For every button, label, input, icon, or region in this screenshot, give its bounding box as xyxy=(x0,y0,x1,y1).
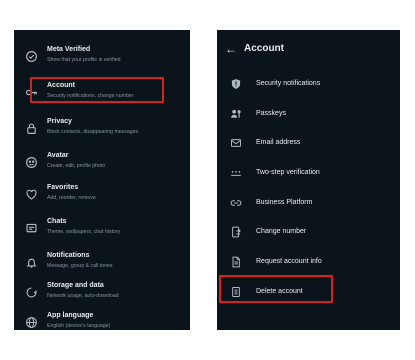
settings-panel: Meta Verified Show that your profile is … xyxy=(14,30,190,330)
settings-item-privacy[interactable]: Privacy Block contacts, disappearing mes… xyxy=(14,112,190,148)
chat-icon xyxy=(23,220,39,236)
storage-icon xyxy=(23,284,39,300)
heart-icon xyxy=(23,186,39,202)
account-item-security-notifications[interactable]: Security notifications xyxy=(217,70,400,98)
settings-item-favorites[interactable]: Favorites Add, reorder, remove xyxy=(14,178,190,214)
mail-icon xyxy=(229,136,243,150)
settings-item-title: Meta Verified xyxy=(47,46,91,53)
settings-item-title: Notifications xyxy=(47,252,90,259)
account-item-business-platform[interactable]: Business Platform xyxy=(217,189,400,217)
settings-item-subtitle: Add, reorder, remove xyxy=(47,195,96,201)
pin-dots-icon xyxy=(229,166,243,180)
globe-icon xyxy=(23,314,39,330)
document-icon xyxy=(229,255,243,269)
back-arrow-icon[interactable]: ← xyxy=(225,42,237,56)
passkey-icon xyxy=(229,107,243,121)
settings-item-title: Privacy xyxy=(47,118,72,125)
shield-icon xyxy=(229,77,243,91)
settings-item-app-language[interactable]: App language English (device's language) xyxy=(14,306,190,330)
settings-item-avatar[interactable]: Avatar Create, edit, profile photo xyxy=(14,146,190,182)
account-item-label: Passkeys xyxy=(256,110,286,117)
settings-item-meta-verified[interactable]: Meta Verified Show that your profile is … xyxy=(14,40,190,76)
settings-item-subtitle: Theme, wallpapers, chat history xyxy=(47,229,121,235)
page-title: Account xyxy=(244,43,284,54)
settings-item-title: Chats xyxy=(47,218,67,225)
account-item-change-number[interactable]: Change number xyxy=(217,218,400,246)
settings-item-title: App language xyxy=(47,312,94,319)
account-highlight-box xyxy=(30,77,164,103)
bell-icon xyxy=(23,254,39,270)
account-item-label: Business Platform xyxy=(256,199,313,206)
settings-item-title: Storage and data xyxy=(47,282,104,289)
lock-icon xyxy=(23,120,39,136)
settings-item-subtitle: Create, edit, profile photo xyxy=(47,163,106,169)
account-item-label: Email address xyxy=(256,139,301,146)
account-item-label: Request account info xyxy=(256,258,322,265)
settings-item-subtitle: Message, group & call tones xyxy=(47,263,113,269)
account-item-label: Two-step verification xyxy=(256,169,320,176)
account-item-label: Change number xyxy=(256,228,307,235)
account-item-email-address[interactable]: Email address xyxy=(217,129,400,157)
settings-item-title: Favorites xyxy=(47,184,79,191)
account-header: ← Account xyxy=(217,30,400,70)
settings-item-subtitle: Block contacts, disappearing messages xyxy=(47,129,139,135)
settings-item-subtitle: Network usage, auto-download xyxy=(47,293,119,299)
avatar-icon xyxy=(23,154,39,170)
settings-item-subtitle: Show that your profile is verified xyxy=(47,57,121,63)
phone-change-icon xyxy=(229,225,243,239)
settings-item-title: Avatar xyxy=(47,152,69,159)
link-icon xyxy=(229,196,243,210)
account-item-label: Security notifications xyxy=(256,80,321,87)
verified-badge-icon xyxy=(23,48,39,64)
delete-account-highlight-box xyxy=(219,275,333,303)
account-item-two-step-verification[interactable]: Two-step verification xyxy=(217,159,400,187)
settings-item-subtitle: English (device's language) xyxy=(47,323,111,329)
settings-item-chats[interactable]: Chats Theme, wallpapers, chat history xyxy=(14,212,190,248)
account-item-passkeys[interactable]: Passkeys xyxy=(217,100,400,128)
account-item-request-account-info[interactable]: Request account info xyxy=(217,248,400,276)
